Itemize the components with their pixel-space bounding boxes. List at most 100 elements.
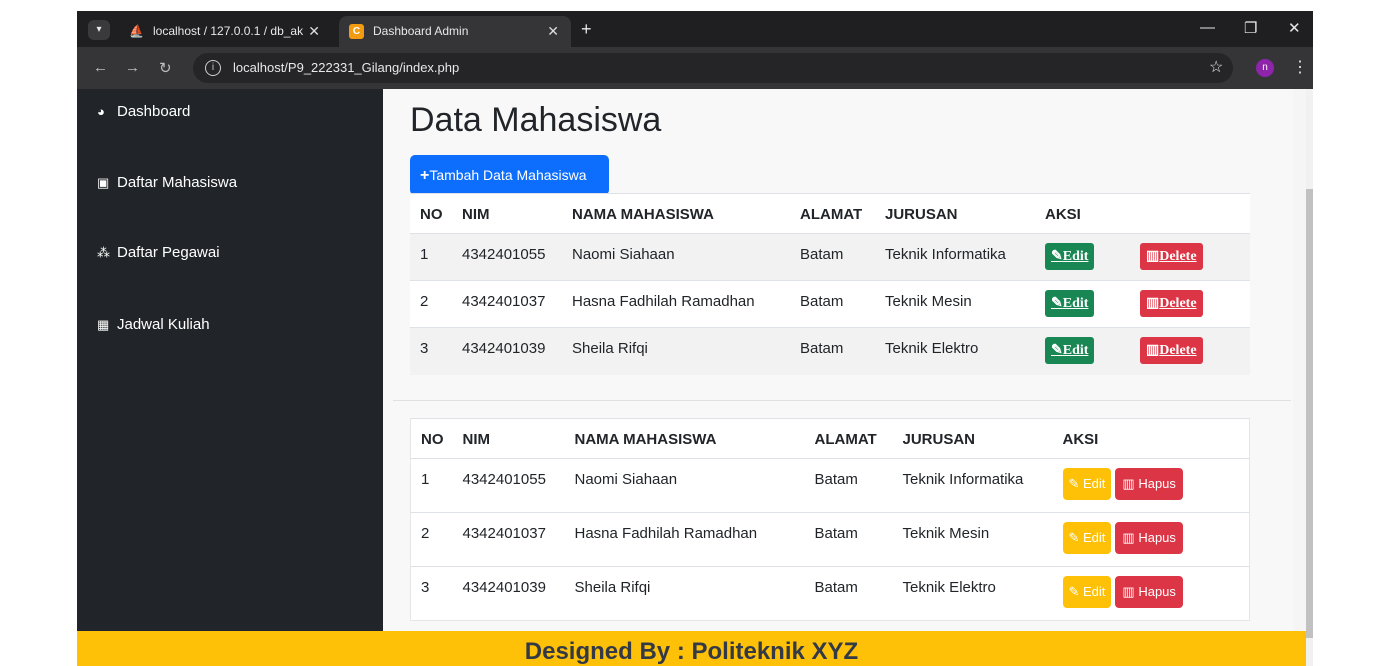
- browser-window: ▾ ⛵ localhost / 127.0.0.1 / db_akade ✕ C…: [77, 11, 1313, 666]
- cell-nama: Hasna Fadhilah Ramadhan: [564, 512, 805, 567]
- edit-button[interactable]: ✎Edit: [1045, 243, 1095, 270]
- cell-jurusan: Teknik Mesin: [875, 280, 1035, 328]
- menu-kebab-icon[interactable]: ⋮: [1292, 57, 1308, 77]
- trash-icon: ▥: [1146, 343, 1160, 358]
- edit-button[interactable]: ✎Edit: [1045, 290, 1095, 317]
- cell-nama: Hasna Fadhilah Ramadhan: [562, 280, 790, 328]
- hapus-button[interactable]: ▥ Hapus: [1115, 576, 1183, 608]
- bookmark-star-icon[interactable]: ☆: [1209, 57, 1223, 77]
- divider: [393, 400, 1291, 401]
- sidebar-item-dashboard[interactable]: ◕ Dashboard: [97, 103, 190, 120]
- sidebar-item-label: Daftar Mahasiswa: [117, 174, 238, 191]
- edit-button[interactable]: ✎ Edit: [1062, 576, 1112, 608]
- column-header: NIM: [452, 418, 565, 459]
- column-header: NAMA MAHASISWA: [564, 418, 805, 459]
- restore-icon[interactable]: ❐: [1244, 19, 1257, 37]
- url-text: localhost/P9_222331_Gilang/index.php: [233, 60, 460, 75]
- table-row: 3 4342401039 Sheila Rifqi Batam Teknik E…: [410, 566, 1250, 621]
- cell-nim: 4342401039: [452, 327, 562, 375]
- avatar[interactable]: n: [1256, 59, 1274, 77]
- add-button-label: Tambah Data Mahasiswa: [429, 167, 587, 183]
- cell-nama: Sheila Rifqi: [564, 566, 805, 621]
- info-icon[interactable]: i: [205, 60, 221, 76]
- tab-bar: ▾ ⛵ localhost / 127.0.0.1 / db_akade ✕ C…: [77, 11, 1313, 47]
- delete-button[interactable]: ▥Delete: [1140, 290, 1203, 317]
- column-header: JURUSAN: [892, 418, 1053, 459]
- scrollbar-thumb[interactable]: [1306, 189, 1313, 638]
- main-content: Data Mahasiswa +Tambah Data Mahasiswa NO…: [383, 89, 1293, 666]
- trash-icon: ▥: [1122, 584, 1139, 599]
- add-mahasiswa-button[interactable]: +Tambah Data Mahasiswa: [410, 155, 609, 195]
- cell-no: 1: [410, 458, 453, 513]
- cell-aksi-delete: ▥Delete: [1130, 327, 1250, 375]
- cell-aksi-delete: ▥Delete: [1130, 233, 1250, 281]
- tab-title: localhost / 127.0.0.1 / db_akade: [153, 24, 303, 38]
- hapus-button[interactable]: ▥ Hapus: [1115, 468, 1183, 500]
- users-icon: ⁂: [97, 245, 110, 260]
- edit-button[interactable]: ✎ Edit: [1062, 522, 1112, 554]
- reload-icon[interactable]: ↻: [159, 59, 172, 77]
- close-icon[interactable]: ✕: [547, 23, 559, 40]
- sidebar-item-jadwal-kuliah[interactable]: ▦ Jadwal Kuliah: [97, 316, 210, 333]
- trash-icon: ▥: [1122, 530, 1139, 545]
- delete-button[interactable]: ▥Delete: [1140, 243, 1203, 270]
- new-tab-icon[interactable]: +: [581, 19, 592, 40]
- cell-aksi-edit: ✎Edit: [1035, 280, 1130, 328]
- plus-icon: +: [420, 167, 430, 184]
- cell-alamat: Batam: [804, 566, 893, 621]
- sidebar-item-daftar-pegawai[interactable]: ⁂ Daftar Pegawai: [97, 244, 220, 261]
- cell-jurusan: Teknik Elektro: [875, 327, 1035, 375]
- table-row: 3 4342401039 Sheila Rifqi Batam Teknik E…: [410, 327, 1250, 375]
- sidebar: ◕ Dashboard ▣ Daftar Mahasiswa ⁂ Daftar Peg…: [77, 89, 383, 666]
- codeigniter-icon: C: [349, 24, 364, 39]
- edit-button[interactable]: ✎Edit: [1045, 337, 1095, 364]
- column-header: ALAMAT: [790, 193, 875, 234]
- cell-alamat: Batam: [790, 327, 875, 375]
- cell-nama: Naomi Siahaan: [564, 458, 805, 513]
- sidebar-item-daftar-mahasiswa[interactable]: ▣ Daftar Mahasiswa: [97, 174, 237, 191]
- column-header: NIM: [452, 193, 562, 234]
- url-input[interactable]: i localhost/P9_222331_Gilang/index.php: [193, 53, 1233, 83]
- cell-no: 3: [410, 566, 453, 621]
- tab-search-button[interactable]: ▾: [88, 20, 110, 40]
- column-header-empty: [1130, 193, 1250, 234]
- cell-nim: 4342401055: [452, 458, 565, 513]
- column-header: NAMA MAHASISWA: [562, 193, 790, 234]
- edit-icon: ✎: [1068, 530, 1084, 545]
- column-header: ALAMAT: [804, 418, 893, 459]
- sidebar-item-label: Jadwal Kuliah: [117, 316, 210, 333]
- edit-icon: ✎: [1051, 343, 1063, 358]
- cell-alamat: Batam: [790, 233, 875, 281]
- forward-icon[interactable]: →: [125, 59, 140, 76]
- mahasiswa-table-1: NO NIM NAMA MAHASISWA ALAMAT JURUSAN AKS…: [410, 193, 1250, 375]
- cell-jurusan: Teknik Mesin: [892, 512, 1053, 567]
- table-row: 1 4342401055 Naomi Siahaan Batam Teknik …: [410, 233, 1250, 281]
- tab-phpmyadmin[interactable]: ⛵ localhost / 127.0.0.1 / db_akade ✕: [119, 16, 332, 47]
- cell-jurusan: Teknik Informatika: [875, 233, 1035, 281]
- delete-button[interactable]: ▥Delete: [1140, 337, 1203, 364]
- back-icon[interactable]: ←: [93, 59, 108, 76]
- cell-aksi: ✎ Edit ▥ Hapus: [1052, 458, 1250, 513]
- user-graduate-icon: ▣: [97, 175, 110, 190]
- cell-aksi-delete: ▥Delete: [1130, 280, 1250, 328]
- close-icon[interactable]: ✕: [308, 23, 320, 40]
- minimize-icon[interactable]: —: [1200, 19, 1215, 36]
- edit-button[interactable]: ✎ Edit: [1062, 468, 1112, 500]
- tab-dashboard-admin[interactable]: C Dashboard Admin ✕: [339, 16, 571, 47]
- table-row: 2 4342401037 Hasna Fadhilah Ramadhan Bat…: [410, 512, 1250, 567]
- column-header: AKSI: [1052, 418, 1250, 459]
- cell-aksi: ✎ Edit ▥ Hapus: [1052, 512, 1250, 567]
- cell-no: 2: [410, 512, 453, 567]
- address-bar: ← → ↻ i localhost/P9_222331_Gilang/index…: [77, 47, 1313, 89]
- cell-no: 1: [410, 233, 452, 281]
- close-window-icon[interactable]: ✕: [1288, 19, 1301, 37]
- footer: Designed By : Politeknik XYZ: [77, 631, 1306, 666]
- edit-icon: ✎: [1051, 249, 1063, 264]
- calendar-icon: ▦: [97, 317, 110, 332]
- sidebar-item-label: Daftar Pegawai: [117, 244, 220, 261]
- cell-nim: 4342401039: [452, 566, 565, 621]
- column-header: AKSI: [1035, 193, 1130, 234]
- hapus-button[interactable]: ▥ Hapus: [1115, 522, 1183, 554]
- column-header: NO: [410, 193, 452, 234]
- cell-nim: 4342401037: [452, 280, 562, 328]
